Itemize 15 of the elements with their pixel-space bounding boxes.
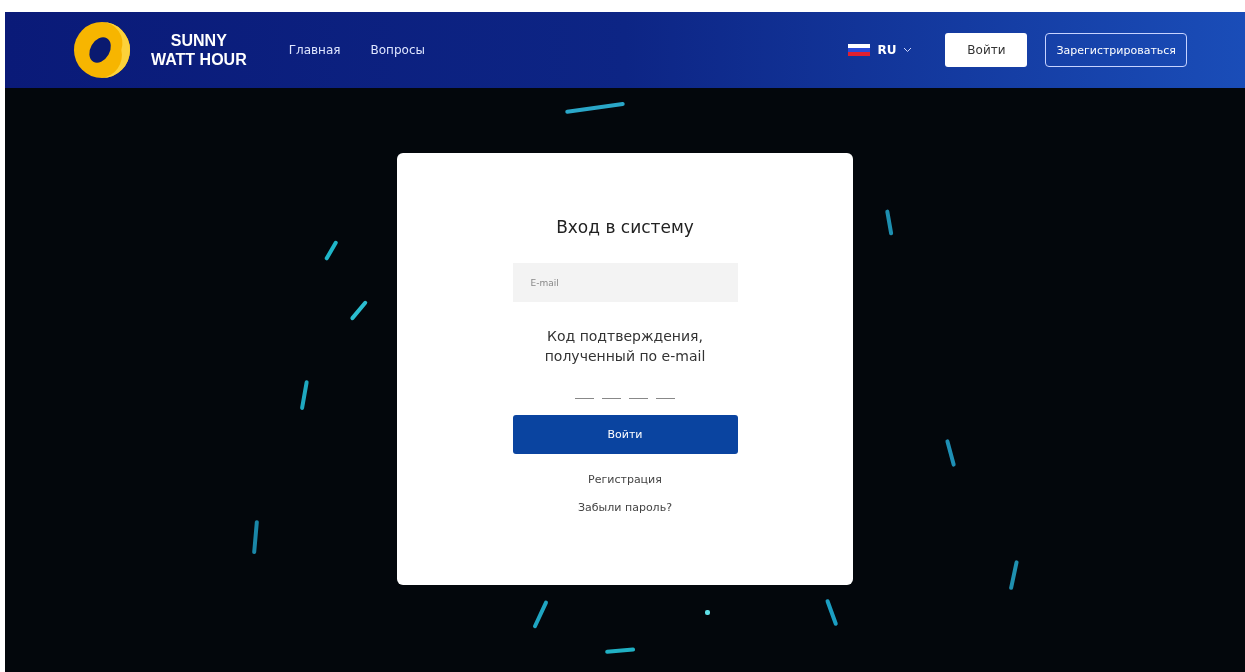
nav-link[interactable]: Главная <box>288 43 341 57</box>
card-link[interactable]: Регистрация <box>588 473 662 486</box>
brand-name: SUNNY WATT HOUR <box>151 31 247 69</box>
login-button[interactable]: Войти <box>945 33 1028 67</box>
submit-button[interactable]: Войти <box>512 415 738 454</box>
card-title: Вход в систему <box>556 217 694 237</box>
register-button[interactable]: Зарегистрироваться <box>1045 33 1187 67</box>
caret-icon <box>903 47 913 53</box>
card-link[interactable]: Забыли пароль? <box>578 501 672 514</box>
code-label: Код подтверждения, полученный по e-mail <box>543 327 707 366</box>
flag-icon <box>848 44 871 56</box>
nav-link[interactable]: Вопросы <box>370 43 425 57</box>
language-selector[interactable]: RU <box>848 43 913 57</box>
email-field[interactable]: E-mail <box>512 263 738 302</box>
logo-icon <box>73 21 131 79</box>
